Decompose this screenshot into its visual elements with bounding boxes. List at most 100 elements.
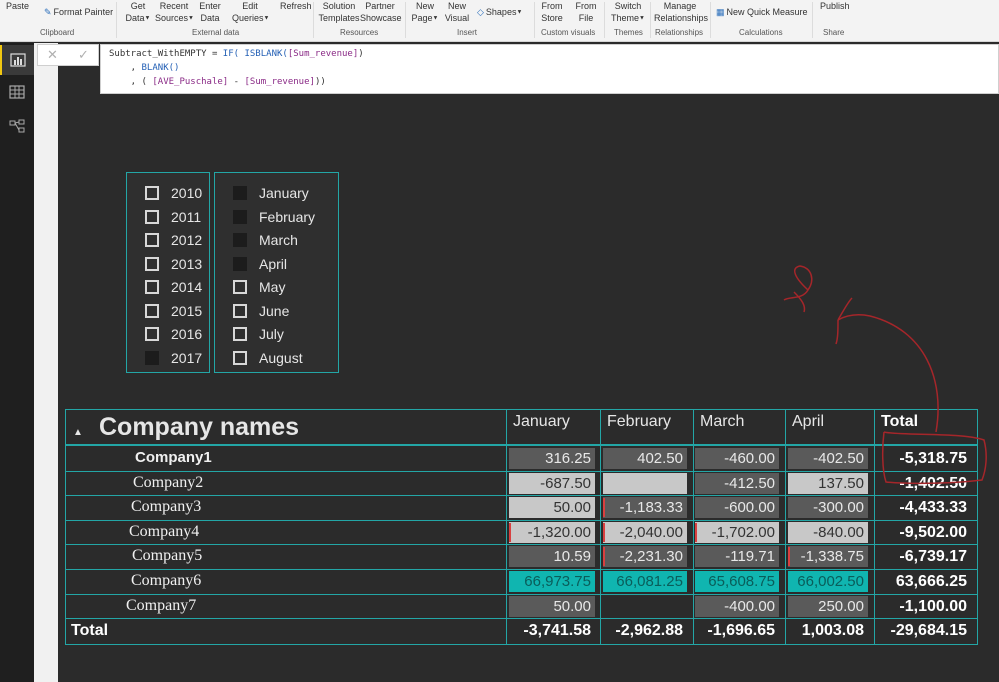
row-total-cell[interactable]: -5,318.75 <box>875 450 967 468</box>
year-checkbox[interactable] <box>145 327 159 341</box>
value-cell[interactable]: -1,320.00 <box>509 521 595 543</box>
formula-editor[interactable]: Subtract_WithEMPTY = IF( ISBLANK([Sum_re… <box>100 44 999 94</box>
grand-total-cell[interactable]: -1,696.65 <box>693 622 775 640</box>
year-checkbox[interactable] <box>145 256 159 271</box>
refresh-button[interactable]: Refresh <box>280 0 312 12</box>
year-checkbox[interactable] <box>145 280 159 294</box>
year-item[interactable]: 2010 <box>127 183 209 203</box>
row-total-cell[interactable]: -9,502.00 <box>875 524 967 542</box>
year-checkbox[interactable] <box>145 186 159 200</box>
value-cell[interactable]: 66,973.75 <box>509 571 595 592</box>
model-view-button[interactable] <box>0 111 34 141</box>
month-checkbox[interactable] <box>233 327 247 341</box>
month-checkbox[interactable] <box>233 209 247 224</box>
year-item[interactable]: 2015 <box>127 301 209 321</box>
value-cell[interactable]: -600.00 <box>695 497 779 519</box>
value-cell[interactable] <box>603 596 687 617</box>
column-header-february[interactable]: February <box>607 413 671 431</box>
manage-relationships-button[interactable]: Manage Relationships <box>654 0 708 24</box>
value-cell[interactable]: 250.00 <box>788 595 868 617</box>
grand-total-cell[interactable]: 1,003.08 <box>786 622 864 640</box>
row-header[interactable]: Company names <box>99 413 299 442</box>
year-item[interactable]: 2011 <box>127 207 209 227</box>
row-total-cell[interactable]: -1,100.00 <box>875 598 967 616</box>
company-name[interactable]: Company5 <box>132 547 202 565</box>
commit-icon[interactable]: ✓ <box>78 47 89 63</box>
value-cell[interactable]: -840.00 <box>788 521 868 543</box>
grand-total-cell[interactable]: -3,741.58 <box>507 622 591 640</box>
from-store-button[interactable]: From Store <box>540 0 564 24</box>
month-checkbox[interactable] <box>233 350 247 365</box>
value-cell[interactable]: -2,231.30 <box>603 546 687 568</box>
report-view-button[interactable] <box>0 45 34 75</box>
value-cell[interactable]: -1,702.00 <box>695 521 779 543</box>
value-cell[interactable]: -412.50 <box>695 472 779 494</box>
cancel-icon[interactable]: ✕ <box>47 47 58 63</box>
value-cell[interactable]: -402.50 <box>788 448 868 469</box>
month-item[interactable]: February <box>215 207 338 227</box>
row-total-cell[interactable]: -4,433.33 <box>875 499 967 517</box>
value-cell[interactable]: 50.00 <box>509 595 595 617</box>
company-name[interactable]: Company2 <box>133 474 203 492</box>
month-item[interactable]: March <box>215 230 338 250</box>
value-cell[interactable]: -460.00 <box>695 448 779 469</box>
value-cell[interactable]: -400.00 <box>695 595 779 617</box>
recent-sources-button[interactable]: Recent Sources▼ <box>155 0 194 25</box>
enter-data-button[interactable]: Enter Data <box>198 0 222 24</box>
company-name[interactable]: Company4 <box>129 523 199 541</box>
year-item[interactable]: 2013 <box>127 254 209 274</box>
month-item[interactable]: May <box>215 277 338 297</box>
year-item[interactable]: 2017 <box>127 348 209 368</box>
value-cell[interactable]: 137.50 <box>788 472 868 494</box>
value-cell[interactable]: 66,002.50 <box>788 571 868 592</box>
month-item[interactable]: January <box>215 183 338 203</box>
year-item[interactable]: 2014 <box>127 277 209 297</box>
value-cell[interactable]: -2,040.00 <box>603 521 687 543</box>
row-total-cell[interactable]: 63,666.25 <box>875 573 967 591</box>
column-header-march[interactable]: March <box>700 413 744 431</box>
value-cell[interactable]: 10.59 <box>509 546 595 568</box>
year-checkbox[interactable] <box>145 350 159 365</box>
sort-ascending-icon[interactable]: ▲ <box>73 427 83 438</box>
year-item[interactable]: 2016 <box>127 324 209 344</box>
grand-total-cell[interactable]: -29,684.15 <box>875 622 967 640</box>
row-total-cell[interactable]: -6,739.17 <box>875 548 967 566</box>
new-quick-measure-button[interactable]: ▦ New Quick Measure <box>716 6 808 18</box>
publish-button[interactable]: Publish <box>820 0 850 12</box>
value-cell[interactable]: 66,081.25 <box>603 571 687 592</box>
switch-theme-button[interactable]: Switch Theme▼ <box>610 0 646 25</box>
month-checkbox[interactable] <box>233 280 247 294</box>
month-item[interactable]: July <box>215 324 338 344</box>
row-total-cell[interactable]: -1,402.50 <box>875 475 967 493</box>
company-name[interactable]: Company7 <box>126 597 196 615</box>
column-header-april[interactable]: April <box>792 413 824 431</box>
month-checkbox[interactable] <box>233 233 247 247</box>
new-page-button[interactable]: New Page▼ <box>410 0 440 25</box>
year-checkbox[interactable] <box>145 233 159 247</box>
value-cell[interactable]: 65,608.75 <box>695 571 779 592</box>
value-cell[interactable]: -1,183.33 <box>603 497 687 519</box>
edit-queries-button[interactable]: Edit Queries▼ <box>232 0 269 25</box>
year-item[interactable]: 2012 <box>127 230 209 250</box>
paste-button[interactable]: Paste <box>6 0 29 12</box>
month-checkbox[interactable] <box>233 186 247 200</box>
month-item[interactable]: April <box>215 254 338 274</box>
get-data-button[interactable]: Get Data▼ <box>124 0 152 25</box>
value-cell[interactable]: 316.25 <box>509 448 595 469</box>
value-cell[interactable] <box>603 472 687 494</box>
data-view-button[interactable] <box>0 77 34 107</box>
shapes-button[interactable]: ◇ Shapes▼ <box>477 6 522 19</box>
company-name[interactable]: Company1 <box>135 449 212 466</box>
solution-templates-button[interactable]: Solution Templates <box>318 0 360 24</box>
value-cell[interactable]: 402.50 <box>603 448 687 469</box>
partner-showcase-button[interactable]: Partner Showcase <box>360 0 402 24</box>
column-header-january[interactable]: January <box>513 413 570 431</box>
company-name[interactable]: Company6 <box>131 572 201 590</box>
month-item[interactable]: June <box>215 301 338 321</box>
format-painter-button[interactable]: ✎ Format Painter <box>44 6 113 18</box>
from-file-button[interactable]: From File <box>574 0 598 24</box>
company-name[interactable]: Company3 <box>131 498 201 516</box>
value-cell[interactable]: -687.50 <box>509 472 595 494</box>
year-checkbox[interactable] <box>145 303 159 318</box>
month-checkbox[interactable] <box>233 303 247 318</box>
